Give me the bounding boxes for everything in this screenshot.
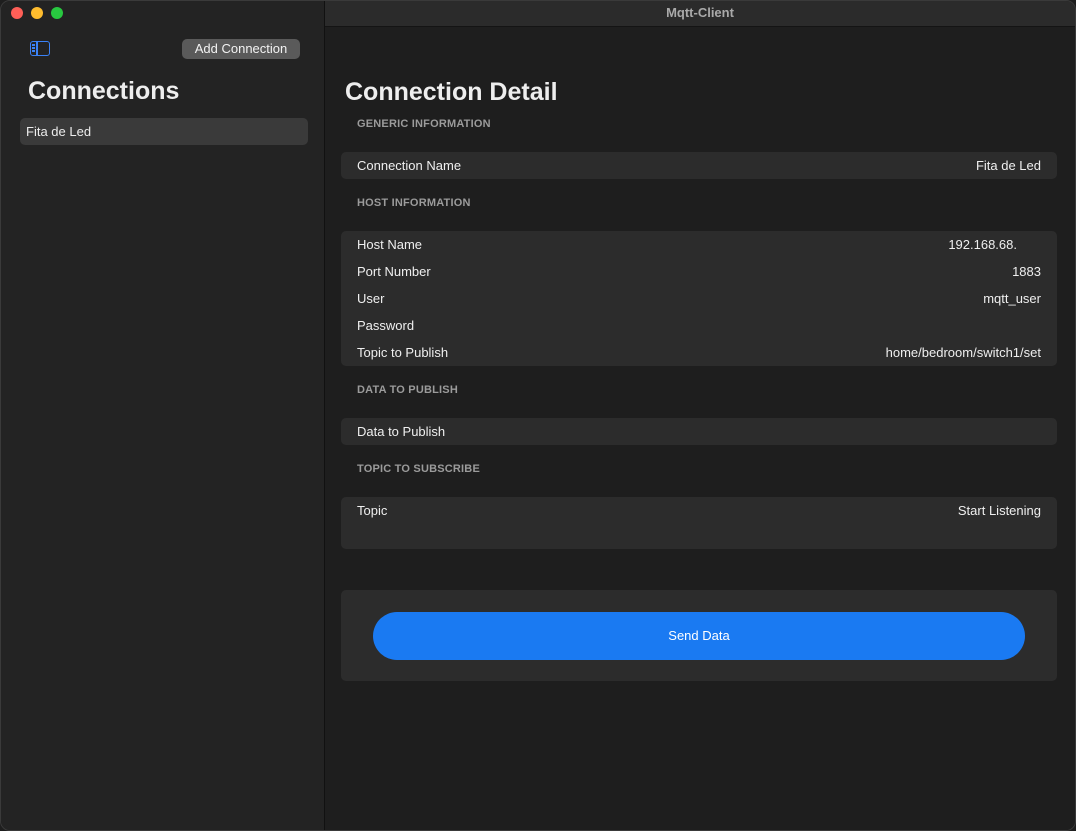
data-to-publish-placeholder: Data to Publish: [357, 424, 446, 439]
port-number-field[interactable]: 1883: [1012, 258, 1041, 285]
password-row[interactable]: Password: [357, 312, 1041, 339]
app-window: Add Connection Connections Fita de Led M…: [0, 0, 1076, 831]
generic-information-header: GENERIC INFORMATION: [357, 118, 491, 130]
send-data-group: Send Data: [341, 590, 1057, 681]
host-name-field[interactable]: 192.168.68.: [948, 231, 1017, 258]
topic-to-subscribe-group: Topic Start Listening: [341, 497, 1057, 549]
start-listening-button[interactable]: Start Listening: [958, 497, 1041, 524]
close-window-button[interactable]: [11, 7, 23, 19]
topic-subscribe-row: Topic Start Listening: [357, 497, 1041, 524]
sidebar-item-fita-de-led[interactable]: Fita de Led: [20, 118, 308, 145]
sidebar: Add Connection Connections Fita de Led: [1, 1, 325, 830]
topic-to-publish-row[interactable]: Topic to Publish home/bedroom/switch1/se…: [357, 339, 1041, 366]
connection-name-field[interactable]: Fita de Led: [976, 152, 1041, 179]
host-information-group: Host Name 192.168.68. Port Number 1883 U…: [341, 231, 1057, 366]
port-number-label: Port Number: [357, 264, 431, 279]
data-to-publish-header: DATA TO PUBLISH: [357, 384, 458, 396]
topic-input[interactable]: Topic: [357, 497, 387, 524]
connection-name-label: Connection Name: [357, 158, 462, 173]
connections-title: Connections: [28, 77, 180, 105]
topic-to-publish-field[interactable]: home/bedroom/switch1/set: [886, 339, 1041, 366]
user-row[interactable]: User mqtt_user: [357, 285, 1041, 312]
generic-information-group: Connection Name Fita de Led: [341, 152, 1057, 179]
host-information-header: HOST INFORMATION: [357, 197, 471, 209]
maximize-window-button[interactable]: [51, 7, 63, 19]
send-data-button[interactable]: Send Data: [373, 612, 1025, 660]
connection-name-row[interactable]: Connection Name Fita de Led: [357, 152, 1041, 179]
window-title: Mqtt-Client: [325, 1, 1075, 27]
user-label: User: [357, 291, 385, 306]
data-to-publish-input[interactable]: Data to Publish: [357, 418, 1041, 445]
minimize-window-button[interactable]: [31, 7, 43, 19]
window-controls: [11, 7, 63, 19]
sidebar-toggle-icon[interactable]: [30, 41, 50, 56]
connection-detail-pane: Connection Detail GENERIC INFORMATION Co…: [325, 28, 1075, 830]
host-name-label: Host Name: [357, 237, 423, 252]
port-number-row[interactable]: Port Number 1883: [357, 258, 1041, 285]
topic-to-subscribe-header: TOPIC TO SUBSCRIBE: [357, 463, 480, 475]
password-label: Password: [357, 318, 415, 333]
user-field[interactable]: mqtt_user: [983, 285, 1041, 312]
page-title: Connection Detail: [345, 78, 558, 106]
data-to-publish-group: Data to Publish: [341, 418, 1057, 445]
host-name-row[interactable]: Host Name 192.168.68.: [357, 231, 1041, 258]
topic-to-publish-label: Topic to Publish: [357, 345, 449, 360]
add-connection-button[interactable]: Add Connection: [182, 39, 300, 59]
